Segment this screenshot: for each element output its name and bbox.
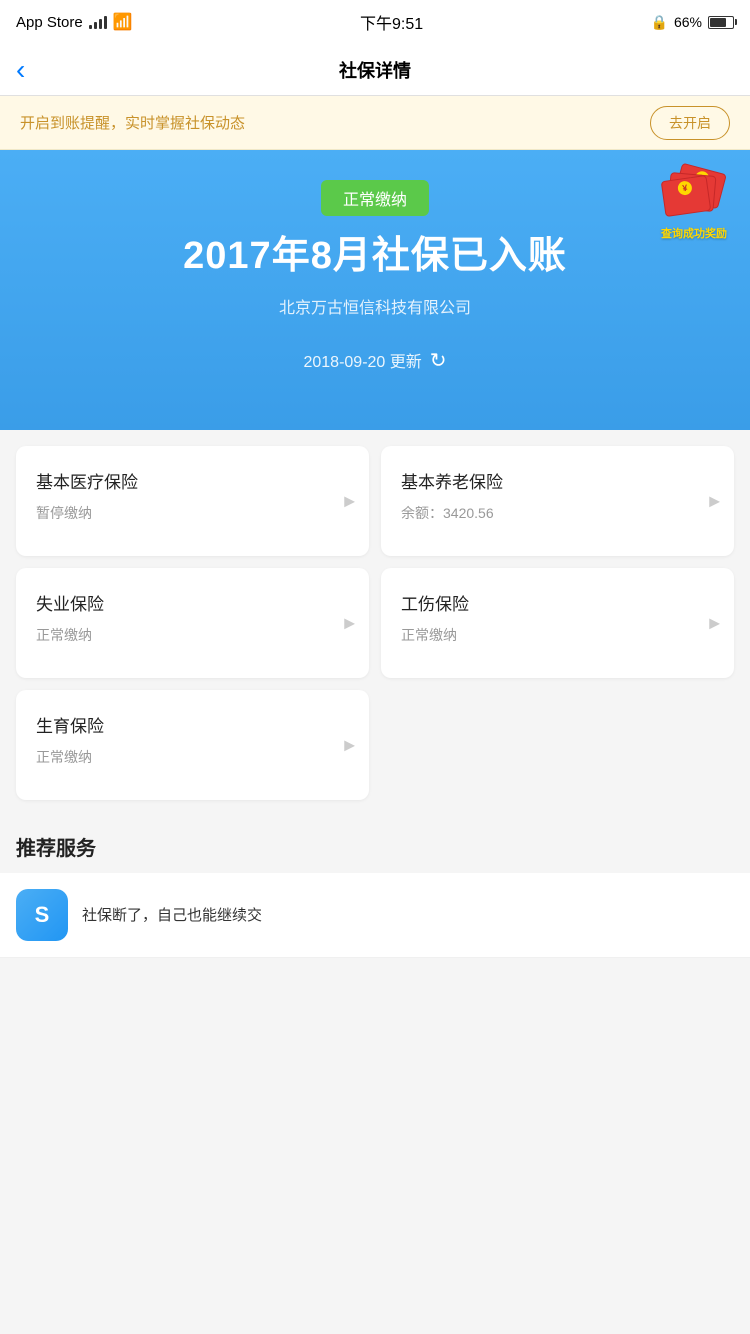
chevron-right-icon: ▶ bbox=[344, 493, 355, 510]
status-bar: App Store 📶 下午9:51 🔒 66% bbox=[0, 0, 750, 44]
card-pension-title: 基本养老保险 bbox=[401, 468, 714, 493]
status-left: App Store 📶 bbox=[16, 12, 133, 32]
recommend-item-text: 社保断了，自己也能继续交 bbox=[82, 905, 262, 926]
reward-text: 查询成功奖励 bbox=[654, 225, 734, 241]
card-medical-status: 暂停缴纳 bbox=[36, 503, 349, 523]
cards-row-2: 失业保险 正常缴纳 ▶ 工伤保险 正常缴纳 ▶ bbox=[16, 568, 734, 678]
banner-text: 开启到账提醒，实时掌握社保动态 bbox=[20, 112, 245, 133]
reward-badge[interactable]: ¥ ¥ ¥ 查询成功奖励 bbox=[654, 168, 734, 248]
wifi-icon: 📶 bbox=[113, 12, 133, 32]
card-medical[interactable]: 基本医疗保险 暂停缴纳 ▶ bbox=[16, 446, 369, 556]
status-time: 下午9:51 bbox=[360, 10, 423, 34]
recommend-item-icon: S bbox=[16, 889, 68, 941]
chevron-right-icon: ▶ bbox=[709, 493, 720, 510]
card-maternity-title: 生育保险 bbox=[36, 712, 349, 737]
notification-banner: 开启到账提醒，实时掌握社保动态 去开启 bbox=[0, 96, 750, 150]
card-unemployment-status: 正常缴纳 bbox=[36, 625, 349, 645]
refresh-icon[interactable]: ↻ bbox=[430, 348, 447, 373]
update-date: 2018-09-20 更新 bbox=[303, 348, 421, 372]
nav-bar: ‹ 社保详情 bbox=[0, 44, 750, 96]
recommend-item-1[interactable]: S 社保断了，自己也能继续交 bbox=[0, 873, 750, 958]
hero-update: 2018-09-20 更新 ↻ bbox=[20, 348, 730, 373]
card-maternity[interactable]: 生育保险 正常缴纳 ▶ bbox=[16, 690, 369, 800]
card-pension-status: 余额：3420.56 bbox=[401, 503, 714, 523]
card-injury[interactable]: 工伤保险 正常缴纳 ▶ bbox=[381, 568, 734, 678]
hero-company: 北京万古恒信科技有限公司 bbox=[20, 294, 730, 318]
hero-section: ¥ ¥ ¥ 查询成功奖励 正常缴纳 2017年8月社保已入账 北京万古恒信科技有… bbox=[0, 150, 750, 430]
card-injury-status: 正常缴纳 bbox=[401, 625, 714, 645]
card-injury-title: 工伤保险 bbox=[401, 590, 714, 615]
page-title: 社保详情 bbox=[339, 57, 411, 83]
hero-title: 2017年8月社保已入账 bbox=[20, 234, 730, 280]
chevron-right-icon: ▶ bbox=[709, 615, 720, 632]
battery-percentage: 66% bbox=[674, 14, 702, 30]
carrier-text: App Store bbox=[16, 14, 83, 31]
back-button[interactable]: ‹ bbox=[16, 56, 25, 84]
cards-row-1: 基本医疗保险 暂停缴纳 ▶ 基本养老保险 余额：3420.56 ▶ bbox=[16, 446, 734, 556]
card-unemployment-title: 失业保险 bbox=[36, 590, 349, 615]
recommended-section: 推荐服务 bbox=[0, 812, 750, 873]
chevron-right-icon: ▶ bbox=[344, 615, 355, 632]
battery-icon bbox=[708, 16, 734, 29]
card-medical-title: 基本医疗保险 bbox=[36, 468, 349, 493]
card-unemployment[interactable]: 失业保险 正常缴纳 ▶ bbox=[16, 568, 369, 678]
card-maternity-status: 正常缴纳 bbox=[36, 747, 349, 767]
payment-status-badge: 正常缴纳 bbox=[321, 180, 429, 216]
cards-row-3: 生育保险 正常缴纳 ▶ bbox=[16, 690, 734, 800]
card-pension[interactable]: 基本养老保险 余额：3420.56 ▶ bbox=[381, 446, 734, 556]
banner-enable-button[interactable]: 去开启 bbox=[650, 106, 730, 140]
lock-icon: 🔒 bbox=[651, 14, 668, 31]
chevron-right-icon: ▶ bbox=[344, 737, 355, 754]
recommended-title: 推荐服务 bbox=[16, 832, 734, 861]
status-right: 🔒 66% bbox=[651, 14, 734, 31]
insurance-cards-container: 基本医疗保险 暂停缴纳 ▶ 基本养老保险 余额：3420.56 ▶ 失业保险 正… bbox=[0, 430, 750, 800]
signal-icon bbox=[89, 16, 107, 29]
